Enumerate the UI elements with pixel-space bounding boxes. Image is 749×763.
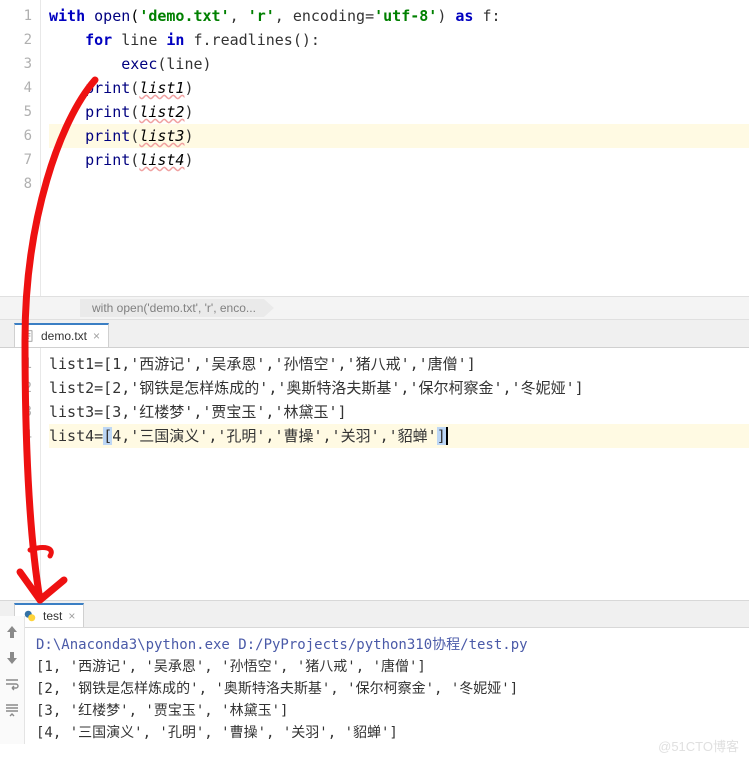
close-icon[interactable]: ×: [93, 330, 100, 342]
up-arrow-icon[interactable]: [4, 624, 20, 640]
line-number[interactable]: 3: [0, 400, 32, 424]
line-number[interactable]: 2: [0, 376, 32, 400]
editor-tab-row: demo.txt ×: [0, 320, 749, 348]
console-line: [4, '三国演义', '孔明', '曹操', '关羽', '貂蝉']: [36, 722, 749, 744]
code-line[interactable]: list4=[4,'三国演义','孔明','曹操','关羽','貂蝉']: [49, 424, 749, 448]
code-line[interactable]: print(list3): [49, 124, 749, 148]
line-number[interactable]: 4: [0, 424, 32, 448]
code-line[interactable]: print(list2): [49, 100, 749, 124]
line-number[interactable]: 4: [0, 76, 32, 100]
close-icon[interactable]: ×: [68, 610, 75, 622]
watermark: @51CTO博客: [658, 736, 739, 755]
tab-demo-txt[interactable]: demo.txt ×: [14, 323, 109, 347]
soft-wrap-icon[interactable]: [4, 676, 20, 692]
console-toolbar: [0, 616, 25, 744]
code-area[interactable]: with open('demo.txt', 'r', encoding='utf…: [40, 0, 749, 296]
python-file-icon: [23, 609, 37, 623]
console-command: D:\Anaconda3\python.exe D:/PyProjects/py…: [36, 634, 749, 656]
text-file-icon: [23, 330, 35, 342]
code-line[interactable]: [49, 172, 749, 196]
line-number[interactable]: 3: [0, 52, 32, 76]
code-line[interactable]: with open('demo.txt', 'r', encoding='utf…: [49, 4, 749, 28]
breadcrumb-bar: with open('demo.txt', 'r', enco...: [0, 296, 749, 320]
code-line[interactable]: print(list4): [49, 148, 749, 172]
line-number[interactable]: 5: [0, 100, 32, 124]
code-line[interactable]: for line in f.readlines():: [49, 28, 749, 52]
line-number[interactable]: 1: [0, 4, 32, 28]
tab-label: test: [43, 609, 62, 623]
code-area[interactable]: list1=[1,'西游记','吴承恩','孙悟空','猪八戒','唐僧'] l…: [40, 348, 749, 600]
line-gutter[interactable]: 1 2 3 4: [0, 348, 40, 600]
down-arrow-icon[interactable]: [4, 650, 20, 666]
code-line[interactable]: list2=[2,'钢铁是怎样炼成的','奥斯特洛夫斯基','保尔柯察金','冬…: [49, 376, 749, 400]
line-number[interactable]: 7: [0, 148, 32, 172]
breadcrumb[interactable]: with open('demo.txt', 'r', enco...: [80, 299, 274, 317]
code-editor-main: 1 2 3 4 5 6 7 8 with open('demo.txt', 'r…: [0, 0, 749, 296]
scroll-icon[interactable]: [4, 702, 20, 718]
console-line: [3, '红楼梦', '贾宝玉', '林黛玉']: [36, 700, 749, 722]
line-number[interactable]: 2: [0, 28, 32, 52]
code-line[interactable]: print(list1): [49, 76, 749, 100]
line-gutter[interactable]: 1 2 3 4 5 6 7 8: [0, 0, 40, 296]
line-number[interactable]: 1: [0, 352, 32, 376]
line-number[interactable]: 8: [0, 172, 32, 196]
code-line[interactable]: list3=[3,'红楼梦','贾宝玉','林黛玉']: [49, 400, 749, 424]
tab-label: demo.txt: [41, 329, 87, 343]
console-line: [2, '钢铁是怎样炼成的', '奥斯特洛夫斯基', '保尔柯察金', '冬妮娅…: [36, 678, 749, 700]
run-console[interactable]: D:\Anaconda3\python.exe D:/PyProjects/py…: [0, 628, 749, 744]
console-tab-row: test ×: [0, 600, 749, 628]
console-line: [1, '西游记', '吴承恩', '孙悟空', '猪八戒', '唐僧']: [36, 656, 749, 678]
code-editor-demo: 1 2 3 4 list1=[1,'西游记','吴承恩','孙悟空','猪八戒'…: [0, 348, 749, 600]
code-line[interactable]: exec(line): [49, 52, 749, 76]
code-line[interactable]: list1=[1,'西游记','吴承恩','孙悟空','猪八戒','唐僧']: [49, 352, 749, 376]
line-number[interactable]: 6: [0, 124, 32, 148]
